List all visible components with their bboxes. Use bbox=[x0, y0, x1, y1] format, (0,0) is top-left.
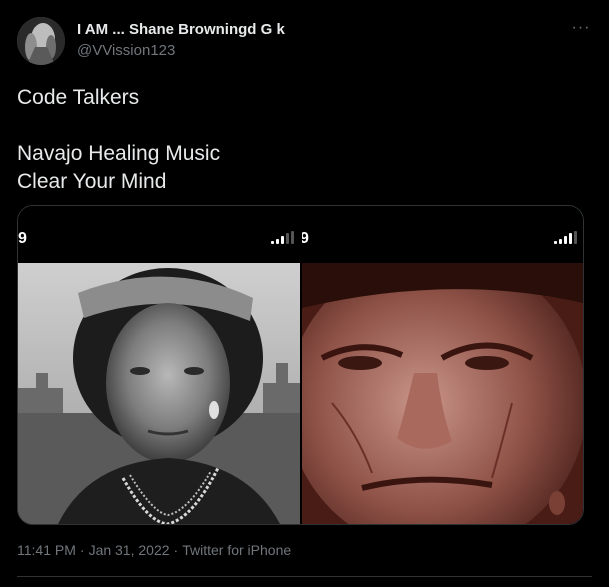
media-grid: 9 bbox=[17, 205, 584, 525]
phone-status-bar: 9 bbox=[302, 206, 583, 263]
meta-separator: · bbox=[79, 542, 85, 558]
tweet-text-line: Navajo Healing Music bbox=[17, 142, 221, 165]
portrait-photo bbox=[302, 263, 583, 524]
meta-separator: · bbox=[173, 542, 179, 558]
avatar-image bbox=[17, 17, 65, 65]
divider bbox=[17, 576, 592, 577]
author-handle[interactable]: @VVission123 bbox=[77, 42, 175, 59]
signal-icon bbox=[554, 231, 577, 244]
phone-status-bar: 9 bbox=[18, 206, 300, 263]
tweet-text-line: Code Talkers bbox=[17, 86, 140, 109]
tweet: I AM ... Shane Browningd G k @VVission12… bbox=[0, 0, 609, 587]
tweet-text: Code Talkers Navajo Healing Music Clear … bbox=[17, 84, 577, 196]
status-time: 9 bbox=[18, 230, 27, 247]
portrait-photo bbox=[18, 263, 300, 524]
tweet-meta: 11:41 PM · Jan 31, 2022 · Twitter for iPhone bbox=[17, 542, 291, 558]
signal-icon bbox=[271, 231, 294, 244]
media-image-right[interactable]: 9 bbox=[302, 206, 583, 524]
tweet-text-line: Clear Your Mind bbox=[17, 170, 167, 193]
tweet-source[interactable]: Twitter for iPhone bbox=[182, 542, 291, 558]
avatar[interactable] bbox=[17, 17, 65, 65]
media-image-left[interactable]: 9 bbox=[18, 206, 300, 524]
tweet-time[interactable]: 11:41 PM bbox=[17, 542, 76, 558]
more-options-icon[interactable]: ··· bbox=[567, 18, 595, 38]
author-display-name[interactable]: I AM ... Shane Browningd G k bbox=[77, 21, 285, 38]
tweet-date[interactable]: Jan 31, 2022 bbox=[89, 542, 170, 558]
tweet-text-spacer bbox=[17, 112, 577, 140]
status-time: 9 bbox=[302, 230, 309, 248]
